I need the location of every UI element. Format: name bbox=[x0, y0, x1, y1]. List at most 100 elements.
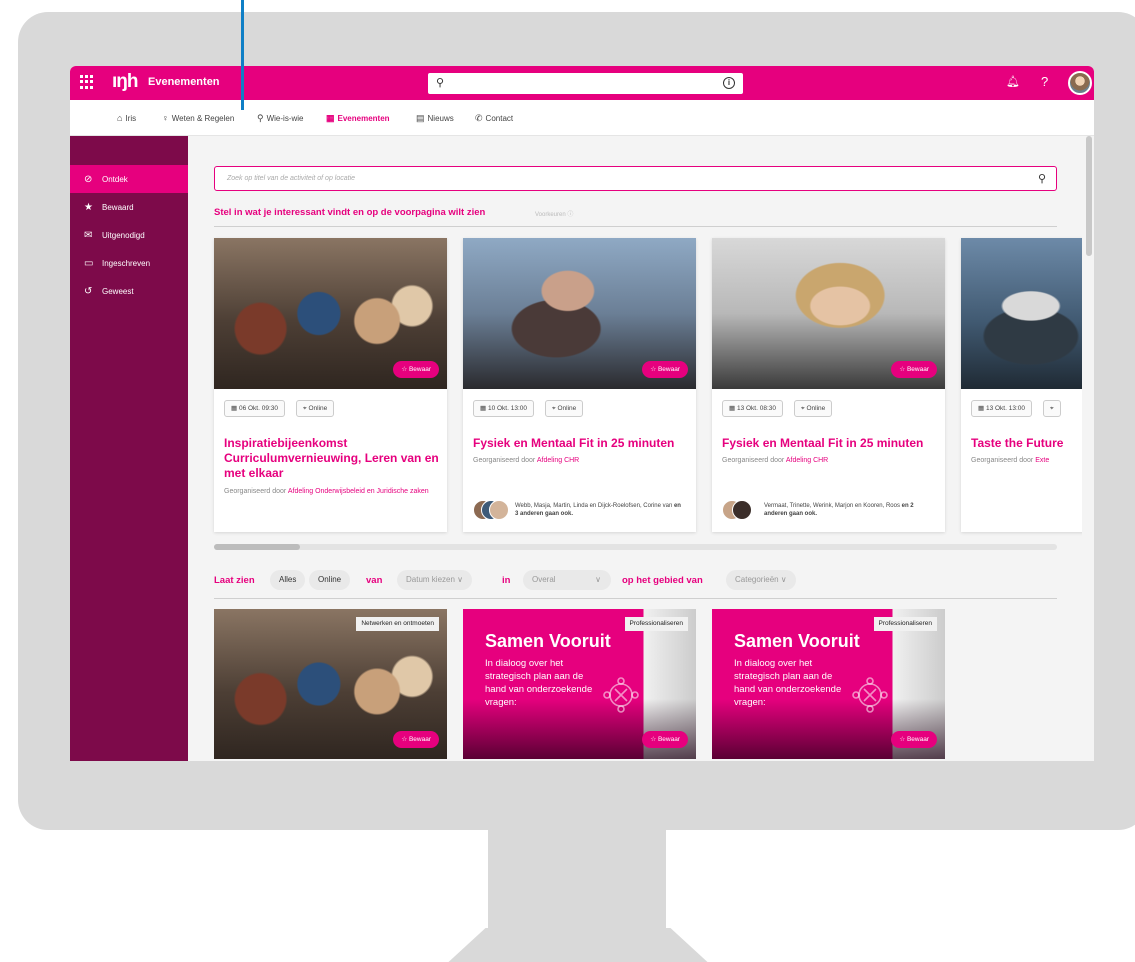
category-tag: Netwerken en ontmoeten bbox=[356, 617, 439, 631]
calendar-icon: ▦ bbox=[231, 405, 239, 412]
event-photo bbox=[961, 238, 1082, 389]
place-value: Overal bbox=[532, 575, 556, 584]
avatar[interactable] bbox=[1068, 71, 1092, 95]
avatar bbox=[732, 500, 752, 520]
location-pill: ⌖ Online bbox=[794, 400, 833, 417]
divider bbox=[214, 226, 1057, 227]
save-button[interactable]: ☆ Bewaar bbox=[393, 361, 439, 378]
event-card[interactable]: ☆ Bewaar ▦ 06 Okt. 09:30 ⌖ Online Inspir… bbox=[214, 238, 447, 532]
date-dropdown[interactable]: Datum kiezen ∨ bbox=[397, 570, 472, 590]
place-dropdown[interactable]: Overal ∨ bbox=[523, 570, 611, 590]
location-pin-icon: ⌖ bbox=[1050, 405, 1054, 412]
event-title[interactable]: Inspiratiebijeenkomst Curriculumvernieuw… bbox=[224, 436, 442, 481]
nav-bar: ⌂ Iris ♀ Weten & Regelen ⚲ Wie-is-wie ▦ Even… bbox=[70, 100, 1094, 136]
attendee-avatars bbox=[473, 500, 509, 522]
save-button[interactable]: ☆ Bewaar bbox=[891, 731, 937, 748]
organizer-link[interactable]: Afdeling CHR bbox=[537, 457, 579, 464]
nav-item-weten-regelen[interactable]: ♀ Weten & Regelen bbox=[162, 113, 234, 123]
in-label: in bbox=[502, 575, 511, 586]
vertical-scrollbar[interactable] bbox=[1086, 136, 1092, 256]
attendee-names: Vermaat, Trinette, Werink, Marjon en Koo… bbox=[764, 503, 900, 509]
event-organizer: Georganiseerd door Exte bbox=[971, 456, 1082, 466]
filter-all-button[interactable]: Alles bbox=[270, 570, 306, 590]
horizontal-scrollbar[interactable] bbox=[214, 544, 1057, 550]
save-button[interactable]: ☆ Bewaar bbox=[891, 361, 937, 378]
event-tile[interactable]: Samen Vooruit In dialoog over het strate… bbox=[463, 609, 696, 759]
nav-item-nieuws[interactable]: ▤ Nieuws bbox=[416, 113, 454, 124]
event-tile[interactable]: Netwerken en ontmoeten ☆ Bewaar bbox=[214, 609, 447, 759]
event-location: Online bbox=[308, 405, 328, 412]
organized-by-label: Georganiseerd door bbox=[971, 457, 1034, 464]
attendee-names: Webb, Masja, Martin, Linda en Dijck-Roel… bbox=[515, 503, 673, 509]
event-title[interactable]: Fysiek en Mentaal Fit in 25 minuten bbox=[722, 436, 940, 451]
top-bar: ıŋh Evenementen ⚲ i 🔔︎ ? bbox=[70, 66, 1094, 100]
event-card[interactable]: ☆ Bewaar ▦ 10 Okt. 13:00 ⌖ Online Fysiek… bbox=[463, 238, 696, 532]
save-button[interactable]: ☆ Bewaar bbox=[642, 731, 688, 748]
divider bbox=[214, 598, 1057, 599]
show-label: Laat zien bbox=[214, 575, 255, 586]
sidebar-item-uitgenodigd[interactable]: ✉ Uitgenodigd bbox=[70, 221, 188, 249]
organized-by-label: Georganiseerd door bbox=[224, 488, 287, 495]
event-title[interactable]: Taste the Future bbox=[971, 436, 1082, 451]
sidebar-item-label: Ingeschreven bbox=[102, 259, 151, 268]
brand-logo[interactable]: ıŋh bbox=[112, 71, 138, 93]
calendar-icon: ▦ bbox=[978, 405, 986, 412]
nav-item-evenementen[interactable]: ▦ Evenementen bbox=[326, 113, 390, 124]
event-search-input[interactable]: Zoek op titel van de activiteit of op lo… bbox=[214, 166, 1057, 191]
organizer-link[interactable]: Afdeling Onderwijsbeleid en Juridische z… bbox=[288, 488, 429, 495]
banner-title: Samen Vooruit bbox=[734, 631, 860, 651]
monitor-stand-neck bbox=[488, 828, 666, 932]
event-date: 13 Okt. 13:00 bbox=[985, 405, 1025, 412]
chevron-down-icon: ∨ bbox=[595, 575, 601, 584]
save-button[interactable]: ☆ Bewaar bbox=[642, 361, 688, 378]
location-pill: ⌖ Online bbox=[296, 400, 335, 417]
category-dropdown[interactable]: Categorieën ∨ bbox=[726, 570, 796, 590]
nav-label: Weten & Regelen bbox=[171, 114, 235, 123]
save-button[interactable]: ☆ Bewaar bbox=[393, 731, 439, 748]
organizer-link[interactable]: Exte bbox=[1035, 457, 1049, 464]
app-launcher-icon[interactable] bbox=[80, 75, 94, 89]
emblem-icon bbox=[603, 677, 639, 713]
compass-icon: ⊘ bbox=[84, 174, 93, 185]
page: ıŋh Evenementen ⚲ i 🔔︎ ? ⌂ Iris ♀ Weten & … bbox=[0, 0, 1135, 962]
help-icon[interactable]: ? bbox=[1041, 74, 1048, 89]
event-card[interactable]: ☆ Bewaar ▦ 13 Okt. 08:30 ⌖ Online Fysiek… bbox=[712, 238, 945, 532]
attendee-avatars bbox=[722, 500, 758, 522]
attendees[interactable]: Vermaat, Trinette, Werink, Marjon en Koo… bbox=[722, 498, 942, 522]
search-icon[interactable]: ⚲ bbox=[1038, 172, 1046, 185]
attendees-text: Vermaat, Trinette, Werink, Marjon en Koo… bbox=[764, 502, 934, 518]
nav-item-contact[interactable]: ✆ Contact bbox=[475, 113, 513, 124]
main-content: Zoek op titel van de activiteit of op lo… bbox=[188, 136, 1082, 761]
date-pill: ▦ 10 Okt. 13:00 bbox=[473, 400, 534, 417]
scrollbar-thumb[interactable] bbox=[214, 544, 300, 550]
nav-label: Contact bbox=[485, 114, 514, 123]
sidebar-item-geweest[interactable]: ↺ Geweest bbox=[70, 277, 188, 305]
event-card[interactable]: ▦ 13 Okt. 13:00 ⌖ Taste the Future Georg… bbox=[961, 238, 1082, 532]
filter-bar: Laat zien Alles Online van Datum kiezen … bbox=[214, 570, 1082, 592]
organizer-link[interactable]: Afdeling CHR bbox=[786, 457, 828, 464]
event-title[interactable]: Fysiek en Mentaal Fit in 25 minuten bbox=[473, 436, 691, 451]
nav-label: Nieuws bbox=[427, 114, 454, 123]
mail-icon: ✉ bbox=[84, 230, 93, 241]
preferences-link[interactable]: Voorkeuren ⓘ bbox=[535, 209, 573, 218]
global-search-input[interactable]: ⚲ i bbox=[428, 73, 743, 94]
attendees[interactable]: Webb, Masja, Martin, Linda en Dijck-Roel… bbox=[473, 498, 693, 522]
bell-icon[interactable]: 🔔︎ bbox=[1006, 75, 1020, 88]
app-name[interactable]: Evenementen bbox=[148, 76, 220, 88]
sidebar-item-label: Geweest bbox=[102, 287, 134, 296]
nav-item-wie-is-wie[interactable]: ⚲ Wie-is-wie bbox=[257, 113, 303, 124]
sidebar-item-ingeschreven[interactable]: ▭ Ingeschreven bbox=[70, 249, 188, 277]
sidebar-item-ontdek[interactable]: ⊘ Ontdek bbox=[70, 165, 188, 193]
banner-title: Samen Vooruit bbox=[485, 631, 611, 651]
category-tag: Professionaliseren bbox=[873, 617, 937, 631]
sidebar-item-label: Uitgenodigd bbox=[102, 231, 145, 240]
calendar-icon: ▦ bbox=[326, 113, 335, 123]
nav-item-iris[interactable]: ⌂ Iris bbox=[117, 113, 136, 123]
sidebar-item-bewaard[interactable]: ★ Bewaard bbox=[70, 193, 188, 221]
area-label: op het gebied van bbox=[622, 575, 703, 586]
organized-by-label: Georganiseerd door bbox=[722, 457, 785, 464]
event-tile[interactable]: Samen Vooruit In dialoog over het strate… bbox=[712, 609, 945, 759]
sidebar: ⊘ Ontdek ★ Bewaard ✉ Uitgenodigd ▭ Ingeschre… bbox=[70, 136, 188, 761]
filter-online-button[interactable]: Online bbox=[309, 570, 351, 590]
info-icon[interactable]: i bbox=[723, 77, 735, 89]
